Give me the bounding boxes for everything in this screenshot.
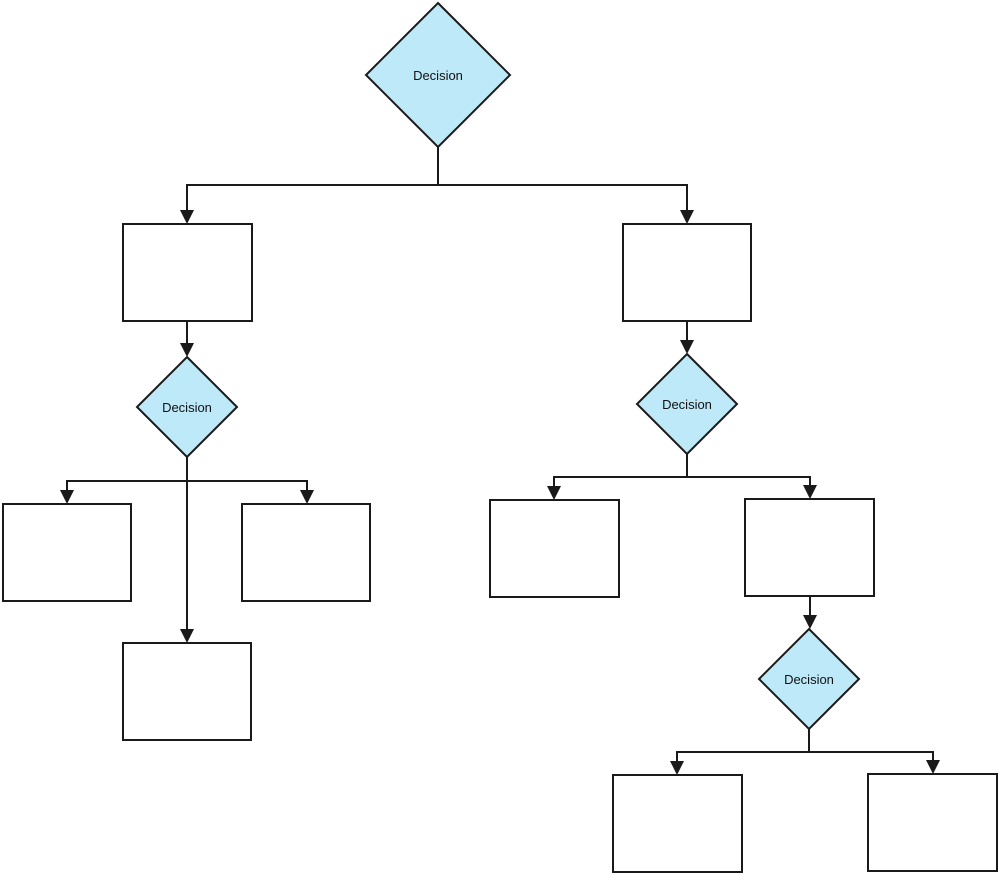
arrowhead-icon [547,486,561,500]
node-label: Decision [162,400,212,415]
connector-line [438,184,688,212]
arrowhead-icon [180,629,194,643]
process-node-p5[interactable] [122,642,252,741]
decision-node-d2[interactable]: Decision [135,355,239,459]
process-box[interactable] [122,642,252,741]
node-label: Decision [662,397,712,412]
process-node-p4[interactable] [241,503,371,602]
connector-d1-p2 [438,184,694,224]
process-box[interactable] [122,223,253,322]
arrowhead-icon [60,490,74,504]
node-label: Decision [784,672,834,687]
flowchart-canvas: Decision Decision Decision Decision [0,0,1000,875]
arrowhead-icon [680,210,694,224]
connector-line [66,457,188,492]
process-node-p2[interactable] [622,223,752,322]
connector-line [187,480,308,492]
connector-line [687,476,811,487]
process-node-p9[interactable] [867,773,998,872]
decision-node-d3[interactable]: Decision [635,352,739,456]
connector-d2-p5 [180,481,194,643]
connector-line [186,147,439,212]
nodes-layer: Decision Decision Decision Decision [2,1,998,873]
process-box[interactable] [241,503,371,602]
process-box[interactable] [612,774,743,873]
connector-d1-p1 [180,147,439,224]
arrowhead-icon [180,210,194,224]
arrowhead-icon [180,343,194,357]
process-box[interactable] [2,503,132,602]
process-node-p8[interactable] [612,774,743,873]
connector-d4-p8 [670,729,810,775]
node-label: Decision [413,68,463,83]
process-node-p3[interactable] [2,503,132,602]
connector-line [553,454,688,488]
process-box[interactable] [489,499,620,598]
process-node-p7[interactable] [744,498,875,597]
connector-d2-p3 [60,457,188,504]
connector-p2-d3 [680,321,694,354]
connector-line [809,751,934,762]
process-box[interactable] [622,223,752,322]
process-box[interactable] [744,498,875,597]
arrowhead-icon [670,761,684,775]
decision-node-d4[interactable]: Decision [757,627,861,731]
arrowhead-icon [680,340,694,354]
connector-p1-d2 [180,321,194,357]
arrowhead-icon [926,760,940,774]
arrowhead-icon [803,485,817,499]
connector-p7-d4 [803,596,817,629]
arrowhead-icon [300,490,314,504]
arrowhead-icon [803,615,817,629]
decision-node-d1[interactable]: Decision [364,1,512,149]
connector-d4-p9 [809,751,940,774]
process-node-p1[interactable] [122,223,253,322]
connector-line [676,729,810,763]
connector-d2-p4 [187,480,314,504]
process-box[interactable] [867,773,998,872]
process-node-p6[interactable] [489,499,620,598]
connector-d3-p7 [687,476,817,499]
connector-d3-p6 [547,454,688,500]
flowchart-diagram: Decision Decision Decision Decision [2,1,998,873]
